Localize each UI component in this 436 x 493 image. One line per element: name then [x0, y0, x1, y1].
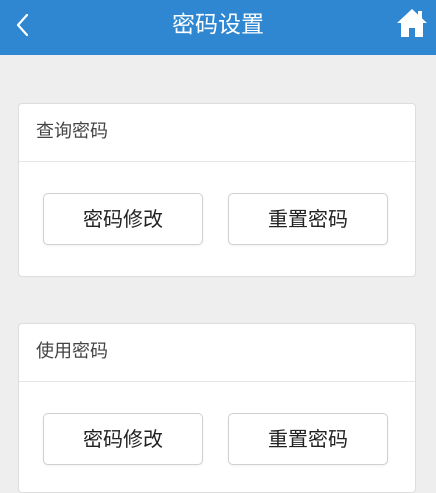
app-header: 密码设置: [0, 0, 436, 55]
page-title: 密码设置: [172, 12, 264, 38]
query-password-card: 查询密码 密码修改 重置密码: [18, 103, 416, 277]
card-header: 使用密码: [19, 324, 415, 382]
use-password-card: 使用密码 密码修改 重置密码: [18, 323, 416, 493]
reset-password-button[interactable]: 重置密码: [228, 413, 388, 465]
section-title: 使用密码: [36, 341, 108, 362]
card-header: 查询密码: [19, 104, 415, 162]
reset-password-button[interactable]: 重置密码: [228, 193, 388, 245]
home-button[interactable]: [395, 6, 429, 40]
home-icon: [397, 9, 427, 37]
change-password-button[interactable]: 密码修改: [43, 413, 203, 465]
section-title: 查询密码: [36, 121, 108, 142]
change-password-button[interactable]: 密码修改: [43, 193, 203, 245]
